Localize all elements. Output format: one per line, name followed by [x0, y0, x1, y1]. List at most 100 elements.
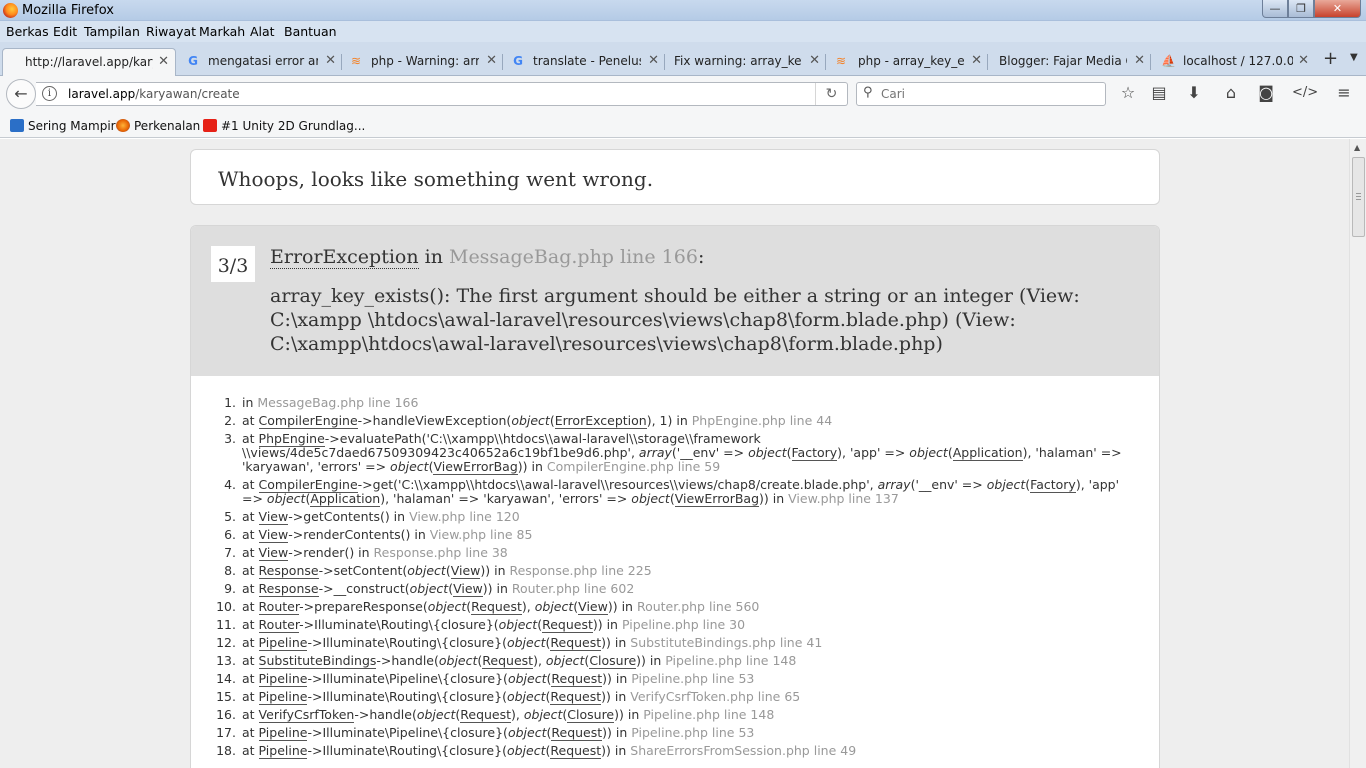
trace-frame: 9. at Response->__construct(object(View))…	[216, 581, 1136, 597]
minimize-button[interactable]: —	[1262, 0, 1288, 18]
frame-text: at	[242, 617, 259, 632]
url-bar[interactable]: i laravel.app/karyawan/create ↻	[36, 82, 848, 106]
search-bar[interactable]: ⚲	[856, 82, 1106, 106]
stack-trace: 1. in MessageBag.php line 166 2. at Compile…	[216, 396, 1136, 762]
frame-text: ), 'app' =>	[837, 445, 910, 460]
menu-edit[interactable]: Edit	[53, 24, 77, 39]
close-tab-icon[interactable]: ✕	[486, 53, 497, 68]
new-tab-button[interactable]: +	[1323, 48, 1338, 69]
frame-class-abbr: CompilerEngine	[258, 413, 358, 429]
bookmark-label: Perkenalan	[134, 119, 201, 133]
home-icon[interactable]: ⌂	[1221, 83, 1241, 103]
trace-frame: 2. at CompilerEngine->handleViewException…	[216, 413, 1136, 429]
tab-label: Blogger: Fajar Media Gro	[999, 54, 1127, 68]
url-text[interactable]: laravel.app/karyawan/create	[68, 87, 240, 101]
exception-panel: 3/3 ErrorException in MessageBag.php lin…	[190, 225, 1160, 768]
menu-berkas[interactable]: Berkas	[6, 24, 49, 39]
menu-alat[interactable]: Alat	[250, 24, 275, 39]
frame-location: View.php line 85	[429, 527, 533, 542]
list-all-tabs-icon[interactable]: ▼	[1350, 52, 1358, 63]
bookmark-sering-mampir[interactable]: Sering Mampir	[10, 119, 116, 133]
bookmarks-menu-icon[interactable]: ▤	[1149, 83, 1169, 103]
close-tab-icon[interactable]: ✕	[648, 53, 659, 68]
close-tab-icon[interactable]: ✕	[1134, 53, 1145, 68]
frame-location: Pipeline.php line 30	[621, 617, 746, 632]
close-tab-icon[interactable]: ✕	[1298, 53, 1309, 68]
frame-location: Router.php line 560	[636, 599, 760, 614]
frame-text: ->Illuminate\Routing\{closure}(	[307, 743, 507, 758]
tab-separator	[987, 54, 988, 70]
tab-label: php - Warning: arra	[371, 54, 479, 68]
downloads-icon[interactable]: ⬇	[1184, 83, 1204, 103]
back-button[interactable]: ←	[6, 79, 36, 109]
bookmark-unity[interactable]: #1 Unity 2D Grundlag...	[203, 119, 365, 133]
trace-frame: 16. at VerifyCsrfToken->handle(object(Req…	[216, 707, 1136, 723]
frame-type: object	[506, 743, 546, 758]
bookmark-perkenalan[interactable]: Perkenalan	[116, 119, 200, 133]
developer-tools-icon[interactable]: </>	[1292, 83, 1318, 103]
frame-class-abbr: View	[258, 527, 289, 543]
exception-in: in	[418, 246, 449, 268]
search-input[interactable]	[881, 86, 1091, 102]
menu-bantuan[interactable]: Bantuan	[284, 24, 337, 39]
pocket-icon[interactable]: ◙	[1256, 83, 1276, 103]
frame-text: ->renderContents() in	[288, 527, 430, 542]
close-tab-icon[interactable]: ✕	[809, 53, 820, 68]
close-tab-icon[interactable]: ✕	[971, 53, 982, 68]
frame-class-abbr: Response	[258, 581, 319, 597]
frame-text: )) in	[602, 671, 632, 686]
frame-text: )) in	[517, 459, 547, 474]
frame-text: (	[549, 413, 555, 428]
tab-translate[interactable]: G translate - Penelusu ✕	[507, 48, 665, 76]
reload-icon[interactable]: ↻	[815, 83, 847, 105]
menu-markah[interactable]: Markah	[199, 24, 245, 39]
frame-class-abbr: View	[450, 563, 481, 579]
tab-localhost[interactable]: ⛵ localhost / 127.0.0.1 ✕	[1157, 48, 1315, 76]
frame-location: PhpEngine.php line 44	[691, 413, 833, 428]
close-tab-icon[interactable]: ✕	[325, 53, 336, 68]
frame-text: ->Illuminate\Pipeline\{closure}(	[307, 671, 508, 686]
tab-blogger[interactable]: Blogger: Fajar Media Gro ✕	[993, 48, 1151, 76]
tab-php-warning[interactable]: ≋ php - Warning: arra ✕	[345, 48, 503, 76]
tab-fix-warning[interactable]: Fix warning: array_key_e ✕	[668, 48, 826, 76]
frame-location: Pipeline.php line 148	[643, 707, 775, 722]
frame-text: )) in	[614, 707, 644, 722]
tab-php-array-key[interactable]: ≋ php - array_key_exis ✕	[830, 48, 988, 76]
tab-google-mengatasi[interactable]: G mengatasi error arra ✕	[182, 48, 342, 76]
frame-text: ('__env' =>	[671, 445, 749, 460]
frame-text: ->prepareResponse(	[299, 599, 428, 614]
frame-text: ->Illuminate\Routing\{closure}(	[299, 617, 499, 632]
frame-class-abbr: Pipeline	[258, 743, 308, 759]
frame-number: 6.	[224, 527, 236, 542]
open-menu-icon[interactable]: ≡	[1334, 83, 1354, 103]
frame-text: ->get('C:\\xampp\\htdocs\\awal-laravel\\…	[357, 477, 878, 492]
bookmarks-toolbar: Sering Mampir Perkenalan #1 Unity 2D Gru…	[0, 114, 1366, 138]
exception-class: ErrorException	[270, 246, 419, 269]
menu-riwayat[interactable]: Riwayat	[146, 24, 196, 39]
frame-text: )) in	[480, 563, 510, 578]
frame-type: array	[877, 477, 911, 492]
vertical-scrollbar[interactable]: ▲	[1349, 139, 1366, 768]
frame-class-abbr: ViewErrorBag	[674, 491, 760, 507]
bookmark-star-icon[interactable]: ☆	[1118, 83, 1138, 103]
site-info-icon[interactable]: i	[42, 86, 57, 101]
frame-number: 17.	[216, 725, 236, 740]
frame-text: )) in	[592, 617, 622, 632]
menu-tampilan[interactable]: Tampilan	[84, 24, 140, 39]
frame-number: 10.	[216, 599, 236, 614]
close-tab-icon[interactable]: ✕	[158, 54, 169, 69]
frame-text: at	[242, 477, 259, 492]
scrollbar-thumb[interactable]	[1352, 157, 1365, 237]
maximize-button[interactable]: ❐	[1288, 0, 1314, 18]
frame-class-abbr: Closure	[589, 653, 637, 669]
google-icon: G	[188, 54, 198, 68]
frame-class-abbr: Response	[258, 563, 319, 579]
frame-number: 3.	[224, 431, 236, 446]
frame-number: 1.	[224, 395, 236, 410]
scroll-up-icon[interactable]: ▲	[1354, 143, 1360, 152]
tab-laravel[interactable]: http://laravel.app/karyaw ✕	[2, 48, 176, 76]
trace-frame: 15. at Pipeline->Illuminate\Routing\{clos…	[216, 689, 1136, 705]
frame-text: at	[242, 545, 259, 560]
close-window-button[interactable]: ✕	[1314, 0, 1361, 18]
frame-type: object	[409, 581, 449, 596]
